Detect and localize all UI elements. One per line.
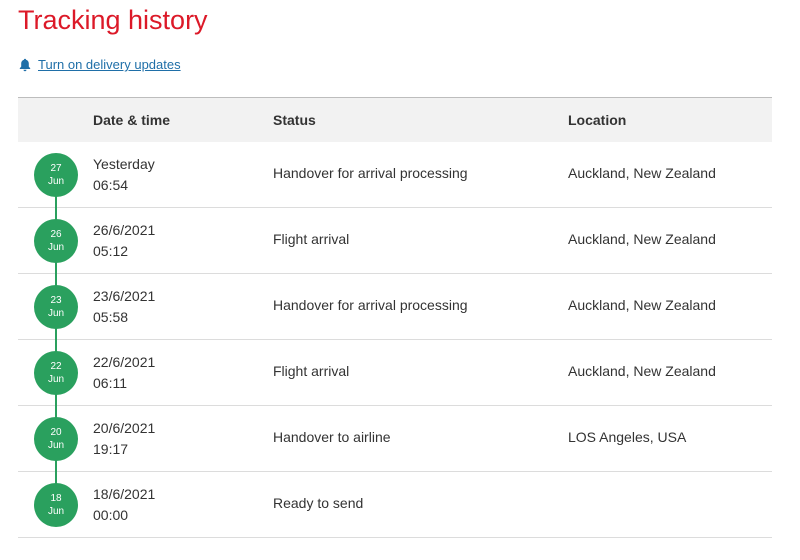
date-text: 18/6/2021 bbox=[93, 486, 156, 502]
badge-day: 26 bbox=[50, 229, 62, 240]
date-time-cell: 22/6/2021 06:11 bbox=[93, 352, 155, 394]
date-time-cell: 18/6/2021 00:00 bbox=[93, 484, 155, 526]
table-row: 27 Jun Yesterday 06:54 Handover for arrival … bbox=[18, 142, 772, 208]
table-row: 20 Jun 20/6/2021 19:17 Handover to airline LO… bbox=[18, 406, 772, 472]
delivery-updates-link[interactable]: Turn on delivery updates bbox=[19, 57, 181, 72]
table-row: 18 Jun 18/6/2021 00:00 Ready to send bbox=[18, 472, 772, 538]
date-badge: 26 Jun bbox=[34, 219, 78, 263]
badge-month: Jun bbox=[47, 176, 65, 187]
table-header: Date & time Status Location bbox=[18, 97, 772, 142]
date-time-cell: 26/6/2021 05:12 bbox=[93, 220, 155, 262]
date-badge: 23 Jun bbox=[34, 285, 78, 329]
date-badge: 18 Jun bbox=[34, 483, 78, 527]
date-time-cell: 20/6/2021 19:17 bbox=[93, 418, 155, 460]
badge-day: 20 bbox=[50, 427, 62, 438]
tracking-history-page: Tracking history Turn on delivery update… bbox=[0, 0, 800, 560]
location-cell: LOS Angeles, USA bbox=[568, 429, 687, 445]
date-text: Yesterday bbox=[93, 156, 155, 172]
location-cell: Auckland, New Zealand bbox=[568, 165, 716, 181]
badge-month: Jun bbox=[47, 506, 65, 517]
badge-month: Jun bbox=[47, 440, 65, 451]
table-row: 26 Jun 26/6/2021 05:12 Flight arrival Aucklan… bbox=[18, 208, 772, 274]
page-title: Tracking history bbox=[18, 5, 208, 35]
table-row: 23 Jun 23/6/2021 05:58 Handover for arrival … bbox=[18, 274, 772, 340]
date-badge: 27 Jun bbox=[34, 153, 78, 197]
date-badge: 22 Jun bbox=[34, 351, 78, 395]
badge-day: 27 bbox=[50, 163, 62, 174]
status-cell: Flight arrival bbox=[273, 231, 350, 247]
status-cell: Flight arrival bbox=[273, 363, 350, 379]
bell-icon bbox=[19, 58, 31, 71]
time-text: 19:17 bbox=[93, 441, 129, 457]
table-row: 22 Jun 22/6/2021 06:11 Flight arrival Aucklan… bbox=[18, 340, 772, 406]
badge-month: Jun bbox=[47, 374, 65, 385]
location-cell: Auckland, New Zealand bbox=[568, 363, 716, 379]
date-time-cell: 23/6/2021 05:58 bbox=[93, 286, 155, 328]
status-cell: Handover for arrival processing bbox=[273, 297, 468, 313]
time-text: 06:11 bbox=[93, 375, 127, 391]
location-cell: Auckland, New Zealand bbox=[568, 297, 716, 313]
badge-month: Jun bbox=[47, 242, 65, 253]
time-text: 06:54 bbox=[93, 177, 129, 193]
date-text: 22/6/2021 bbox=[93, 354, 156, 370]
date-text: 20/6/2021 bbox=[93, 420, 156, 436]
date-text: 26/6/2021 bbox=[93, 222, 156, 238]
badge-day: 23 bbox=[50, 295, 62, 306]
status-cell: Ready to send bbox=[273, 495, 364, 511]
location-cell: Auckland, New Zealand bbox=[568, 231, 716, 247]
date-badge: 20 Jun bbox=[34, 417, 78, 461]
header-location: Location bbox=[568, 112, 627, 128]
table-body: 27 Jun Yesterday 06:54 Handover for arrival … bbox=[18, 142, 772, 538]
badge-month: Jun bbox=[47, 308, 65, 319]
badge-day: 18 bbox=[50, 493, 62, 504]
date-text: 23/6/2021 bbox=[93, 288, 156, 304]
delivery-updates-label[interactable]: Turn on delivery updates bbox=[38, 57, 181, 72]
date-time-cell: Yesterday 06:54 bbox=[93, 154, 155, 196]
status-cell: Handover for arrival processing bbox=[273, 165, 468, 181]
time-text: 05:58 bbox=[93, 309, 129, 325]
status-cell: Handover to airline bbox=[273, 429, 391, 445]
tracking-table: Date & time Status Location 27 Jun Yesterd… bbox=[18, 97, 772, 538]
time-text: 05:12 bbox=[93, 243, 129, 259]
header-date-time: Date & time bbox=[93, 112, 171, 128]
time-text: 00:00 bbox=[93, 507, 129, 523]
badge-day: 22 bbox=[50, 361, 62, 372]
header-status: Status bbox=[273, 112, 316, 128]
